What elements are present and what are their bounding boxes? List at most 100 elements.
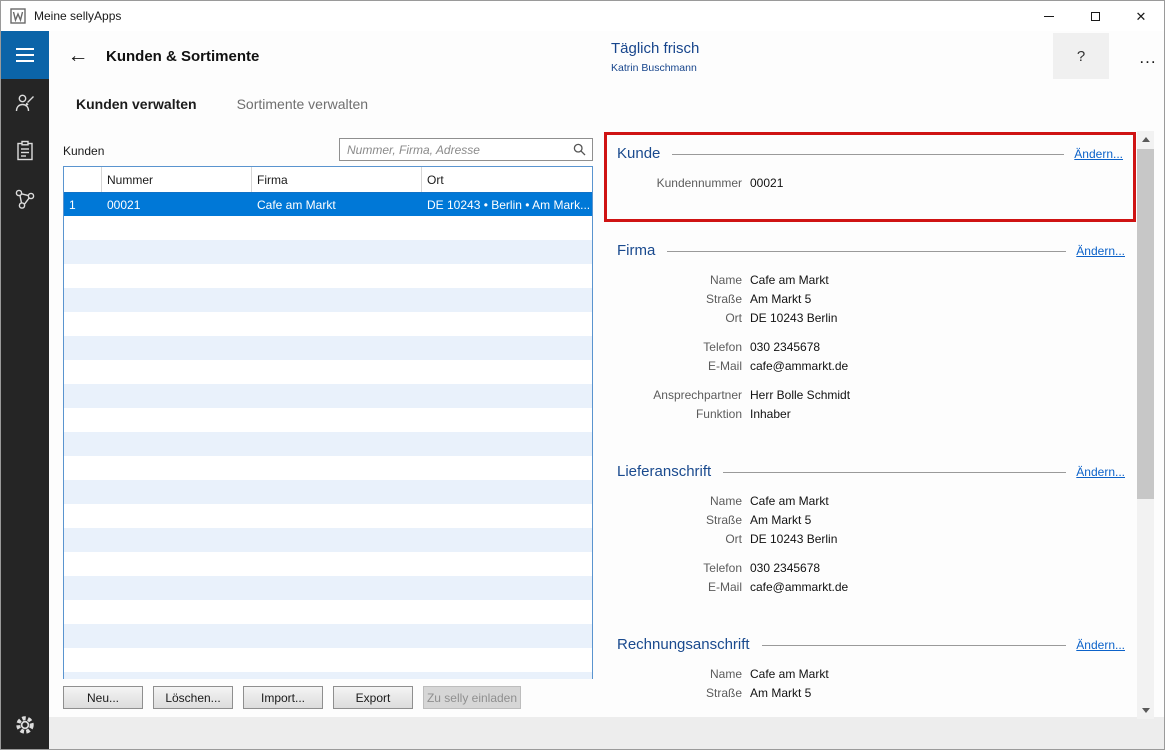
table-header: Nummer Firma Ort	[64, 167, 592, 193]
scrollbar-thumb[interactable]	[1137, 149, 1154, 499]
firma-telefon-value: 030 2345678	[750, 340, 820, 354]
column-header-nummer[interactable]: Nummer	[102, 167, 252, 192]
liefer-strasse-label: Straße	[617, 513, 742, 527]
field-rechnung-name: Name Cafe am Markt	[617, 667, 1125, 681]
section-firma-title: Firma	[617, 242, 655, 259]
section-rule	[723, 472, 1066, 473]
field-firma-ansprechpartner: Ansprechpartner Herr Bolle Schmidt	[617, 388, 1125, 402]
annotation-highlight-box: Kunde Ändern... Kundennummer 00021	[604, 132, 1136, 222]
app-window: Meine sellyApps ✕	[0, 0, 1165, 750]
rechnung-strasse-value: Am Markt 5	[750, 686, 811, 700]
hamburger-menu-button[interactable]	[1, 31, 49, 79]
lieferanschrift-change-link[interactable]: Ändern...	[1076, 465, 1125, 479]
firma-ort-label: Ort	[617, 311, 742, 325]
account-user: Katrin Buschmann	[611, 62, 699, 75]
rechnung-name-value: Cafe am Markt	[750, 667, 829, 681]
scroll-down-icon	[1142, 708, 1150, 713]
firma-strasse-value: Am Markt 5	[750, 292, 811, 306]
field-liefer-email: E-Mail cafe@ammarkt.de	[617, 580, 1125, 594]
window-title: Meine sellyApps	[34, 9, 121, 23]
kunde-change-link[interactable]: Ändern...	[1074, 147, 1123, 161]
section-lieferanschrift: Lieferanschrift Ändern... Name Cafe am M…	[617, 463, 1125, 594]
table-row[interactable]: 1 00021 Cafe am Markt DE 10243 • Berlin …	[64, 193, 592, 216]
scroll-up-button[interactable]	[1137, 131, 1154, 148]
minimize-icon	[1044, 16, 1054, 17]
customer-table: Nummer Firma Ort 1 00021 Cafe am Markt D…	[63, 166, 593, 679]
main-area: ← Kunden & Sortimente Täglich frisch Kat…	[49, 31, 1164, 749]
scroll-up-icon	[1142, 137, 1150, 142]
rechnungsanschrift-change-link[interactable]: Ändern...	[1076, 638, 1125, 652]
field-firma-funktion: Funktion Inhaber	[617, 407, 1125, 421]
maximize-button[interactable]	[1072, 1, 1118, 31]
section-rule	[672, 154, 1064, 155]
search-input[interactable]	[340, 139, 573, 160]
firma-ansprechpartner-value: Herr Bolle Schmidt	[750, 388, 850, 402]
firma-ansprechpartner-label: Ansprechpartner	[617, 388, 742, 402]
liefer-telefon-label: Telefon	[617, 561, 742, 575]
firma-name-value: Cafe am Markt	[750, 273, 829, 287]
field-liefer-name: Name Cafe am Markt	[617, 494, 1125, 508]
section-rule	[762, 645, 1067, 646]
column-header-ort[interactable]: Ort	[422, 167, 592, 192]
liefer-email-label: E-Mail	[617, 580, 742, 594]
vertical-scrollbar[interactable]	[1137, 131, 1154, 719]
kundennummer-value: 00021	[750, 176, 783, 190]
hamburger-icon	[15, 47, 35, 63]
sidebar-item-customers[interactable]	[1, 79, 49, 127]
tab-bar: Kunden verwalten Sortimente verwalten	[76, 96, 368, 112]
sidebar	[1, 31, 49, 749]
settings-button[interactable]	[1, 701, 49, 749]
column-header-index[interactable]	[64, 167, 102, 192]
search-icon[interactable]	[573, 143, 586, 156]
titlebar: Meine sellyApps ✕	[1, 1, 1164, 31]
liefer-name-label: Name	[617, 494, 742, 508]
help-button[interactable]: ?	[1053, 33, 1109, 79]
liefer-ort-value: DE 10243 Berlin	[750, 532, 837, 546]
sidebar-item-network[interactable]	[1, 175, 49, 223]
close-button[interactable]: ✕	[1118, 1, 1164, 31]
sidebar-item-lists[interactable]	[1, 127, 49, 175]
back-button[interactable]: ←	[63, 41, 93, 71]
section-rechnungsanschrift: Rechnungsanschrift Ändern... Name Cafe a…	[617, 636, 1125, 700]
column-header-firma[interactable]: Firma	[252, 167, 422, 192]
account-block[interactable]: Täglich frisch Katrin Buschmann	[611, 40, 699, 75]
liefer-telefon-value: 030 2345678	[750, 561, 820, 575]
section-kunde-title: Kunde	[617, 145, 660, 162]
field-firma-email: E-Mail cafe@ammarkt.de	[617, 359, 1125, 373]
delete-button[interactable]: Löschen...	[153, 686, 233, 709]
bottom-strip	[49, 717, 1164, 749]
close-icon: ✕	[1136, 10, 1147, 23]
new-button[interactable]: Neu...	[63, 686, 143, 709]
rechnung-name-label: Name	[617, 667, 742, 681]
cell-index: 1	[64, 193, 102, 216]
liefer-strasse-value: Am Markt 5	[750, 513, 811, 527]
rechnung-strasse-label: Straße	[617, 686, 742, 700]
section-lieferanschrift-title: Lieferanschrift	[617, 463, 711, 480]
minimize-button[interactable]	[1026, 1, 1072, 31]
liefer-name-value: Cafe am Markt	[750, 494, 829, 508]
section-rechnungsanschrift-title: Rechnungsanschrift	[617, 636, 750, 653]
section-firma: Firma Ändern... Name Cafe am Markt Straß…	[617, 242, 1125, 421]
firma-change-link[interactable]: Ändern...	[1076, 244, 1125, 258]
tab-kunden-verwalten[interactable]: Kunden verwalten	[76, 96, 197, 112]
firma-funktion-value: Inhaber	[750, 407, 791, 421]
section-rule	[667, 251, 1066, 252]
field-rechnung-strasse: Straße Am Markt 5	[617, 686, 1125, 700]
more-button[interactable]: ...	[1127, 44, 1165, 72]
account-name: Täglich frisch	[611, 40, 699, 59]
field-firma-ort: Ort DE 10243 Berlin	[617, 311, 1125, 325]
gear-icon	[13, 713, 37, 737]
export-button[interactable]: Export	[333, 686, 413, 709]
firma-name-label: Name	[617, 273, 742, 287]
tab-sortimente-verwalten[interactable]: Sortimente verwalten	[237, 96, 369, 112]
field-firma-telefon: Telefon 030 2345678	[617, 340, 1125, 354]
scroll-down-button[interactable]	[1137, 702, 1154, 719]
maximize-icon	[1091, 12, 1100, 21]
import-button[interactable]: Import...	[243, 686, 323, 709]
field-liefer-telefon: Telefon 030 2345678	[617, 561, 1125, 575]
field-firma-name: Name Cafe am Markt	[617, 273, 1125, 287]
invite-to-selly-button: Zu selly einladen	[423, 686, 521, 709]
cell-ort: DE 10243 • Berlin • Am Mark...	[422, 193, 592, 216]
customer-list-title: Kunden	[63, 144, 104, 158]
customer-search	[339, 138, 593, 161]
